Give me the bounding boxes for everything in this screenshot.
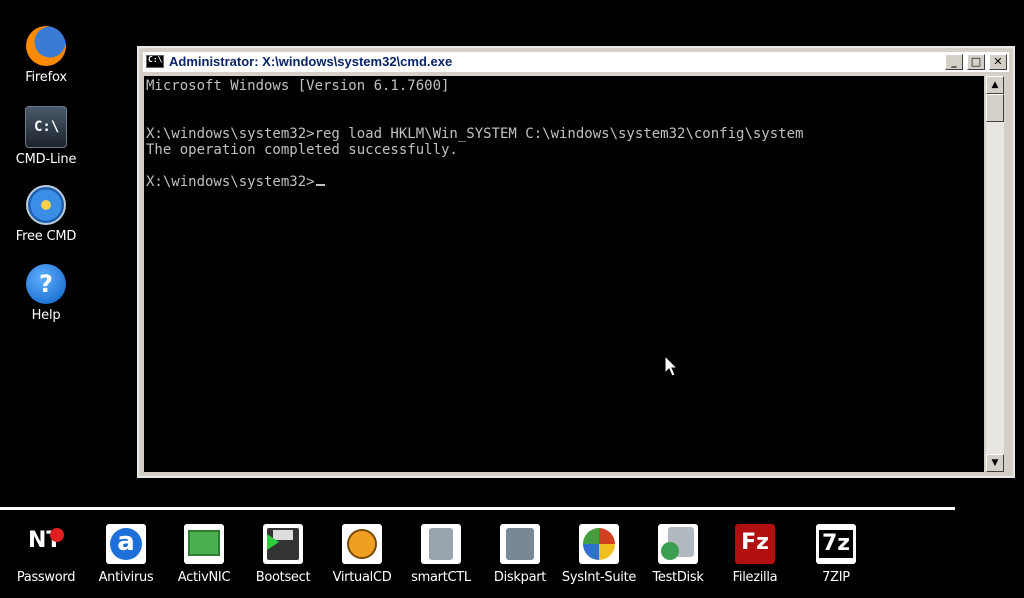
sysinternals-icon xyxy=(579,524,619,564)
taskbar-item-label: SysInt-Suite xyxy=(561,570,637,585)
taskbar-item-bootsect[interactable]: Bootsect xyxy=(243,522,323,585)
diskpart-icon xyxy=(500,524,540,564)
terminal-icon: C:\ xyxy=(25,106,67,148)
taskbar-item-label: ActivNIC xyxy=(177,570,231,585)
taskbar-item-label: Bootsect xyxy=(255,570,311,585)
window-titlebar[interactable]: Administrator: X:\windows\system32\cmd.e… xyxy=(143,52,1009,72)
taskbar-divider xyxy=(0,507,955,510)
taskbar-item-activnic[interactable]: ActivNIC xyxy=(164,522,244,585)
text-caret xyxy=(315,184,325,186)
password-key-icon: NT xyxy=(26,524,66,564)
scroll-down-button[interactable]: ▼ xyxy=(986,454,1004,472)
taskbar-item-label: Diskpart xyxy=(493,570,547,585)
taskbar: NT Password a Antivirus ActivNIC Bootsec… xyxy=(0,522,1024,598)
7zip-icon: 7z xyxy=(816,524,856,564)
desktop-icon-cmd-line[interactable]: C:\ CMD-Line xyxy=(8,106,84,167)
taskbar-item-label: Antivirus xyxy=(98,570,154,585)
close-button[interactable]: ✕ xyxy=(989,54,1007,70)
desktop-icon-free-cmd[interactable]: Free CMD xyxy=(8,185,84,244)
console-output[interactable]: Microsoft Windows [Version 6.1.7600] X:\… xyxy=(144,76,984,472)
virtual-cd-icon xyxy=(342,524,382,564)
scroll-thumb[interactable] xyxy=(986,94,1004,122)
taskbar-item-testdisk[interactable]: TestDisk xyxy=(638,522,718,585)
console-line: The operation completed successfully. xyxy=(146,142,458,158)
desktop-icon-label: Free CMD xyxy=(15,229,77,244)
taskbar-item-label: 7ZIP xyxy=(822,570,850,585)
minimize-button[interactable]: _ xyxy=(945,54,963,70)
taskbar-item-label: VirtualCD xyxy=(332,570,392,585)
console-prompt-line[interactable]: X:\windows\system32> xyxy=(146,174,982,190)
floppy-disk-icon xyxy=(263,524,303,564)
network-card-icon xyxy=(184,524,224,564)
taskbar-item-diskpart[interactable]: Diskpart xyxy=(480,522,560,585)
taskbar-item-virtualcd[interactable]: VirtualCD xyxy=(322,522,402,585)
taskbar-item-smartctl[interactable]: smartCTL xyxy=(401,522,481,585)
help-icon: ? xyxy=(26,264,66,304)
scroll-up-button[interactable]: ▲ xyxy=(986,76,1004,94)
taskbar-item-sysint-suite[interactable]: SysInt-Suite xyxy=(559,522,639,585)
filezilla-icon: Fz xyxy=(735,524,775,564)
taskbar-item-label: Filezilla xyxy=(732,570,778,585)
window-title: Administrator: X:\windows\system32\cmd.e… xyxy=(169,54,453,69)
mouse-pointer-icon xyxy=(664,355,679,377)
hard-drive-icon xyxy=(421,524,461,564)
taskbar-item-7zip[interactable]: 7z 7ZIP xyxy=(796,522,876,585)
desktop-icon-label: Help xyxy=(31,308,61,323)
firefox-icon xyxy=(26,26,66,66)
console-prompt: X:\windows\system32> xyxy=(146,174,315,190)
avast-icon: a xyxy=(106,524,146,564)
console-line: X:\windows\system32>reg load HKLM\Win_SY… xyxy=(146,126,804,142)
taskbar-item-label: smartCTL xyxy=(411,570,471,585)
taskbar-item-filezilla[interactable]: Fz Filezilla xyxy=(715,522,795,585)
free-cmd-icon xyxy=(26,185,66,225)
taskbar-item-label: Password xyxy=(16,570,76,585)
desktop-icon-label: CMD-Line xyxy=(15,152,77,167)
taskbar-item-password[interactable]: NT Password xyxy=(6,522,86,585)
desktop-icon-firefox[interactable]: Firefox xyxy=(8,26,84,85)
maximize-button[interactable]: □ xyxy=(967,54,985,70)
console-line: Microsoft Windows [Version 6.1.7600] xyxy=(146,78,450,94)
testdisk-icon xyxy=(658,524,698,564)
cmd-window-icon[interactable] xyxy=(146,55,164,68)
vertical-scrollbar[interactable]: ▲ ▼ xyxy=(986,76,1004,472)
cmd-window: Administrator: X:\windows\system32\cmd.e… xyxy=(137,46,1015,478)
desktop-icon-help[interactable]: ? Help xyxy=(8,264,84,323)
taskbar-item-antivirus[interactable]: a Antivirus xyxy=(86,522,166,585)
taskbar-item-label: TestDisk xyxy=(652,570,704,585)
desktop-icon-label: Firefox xyxy=(25,70,67,85)
